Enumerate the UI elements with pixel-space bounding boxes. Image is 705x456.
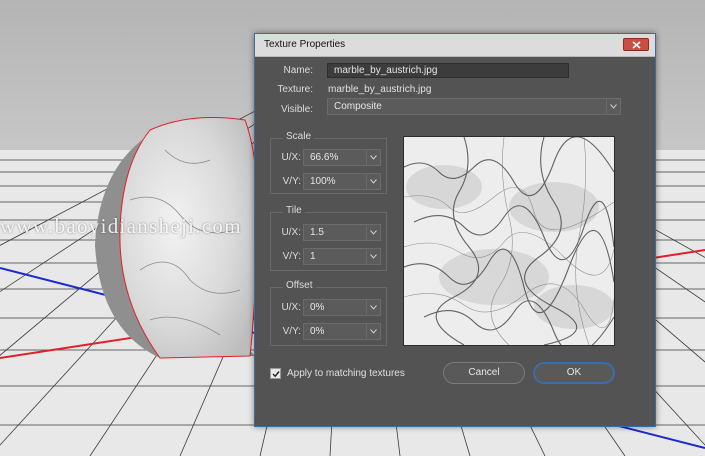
offset-ux-select[interactable]: 0% bbox=[303, 299, 381, 316]
tile-vy-label: V/Y: bbox=[282, 251, 301, 262]
offset-group-title: Offset bbox=[283, 280, 316, 291]
chevron-down-icon bbox=[370, 179, 377, 184]
close-icon bbox=[632, 41, 641, 49]
scale-ux-arrow[interactable] bbox=[366, 150, 380, 165]
name-label: Name: bbox=[283, 65, 313, 76]
name-input[interactable]: marble_by_austrich.jpg bbox=[327, 63, 569, 78]
chevron-down-icon bbox=[370, 155, 377, 160]
dialog-title: Texture Properties bbox=[264, 39, 346, 50]
tile-vy-select[interactable]: 1 bbox=[303, 248, 381, 265]
scale-ux-label: U/X: bbox=[281, 152, 301, 163]
cancel-button[interactable]: Cancel bbox=[443, 362, 525, 384]
texture-properties-dialog: Texture Properties Name: marble_by_austr… bbox=[254, 33, 656, 427]
offset-vy-select[interactable]: 0% bbox=[303, 323, 381, 340]
tile-ux-label: U/X: bbox=[281, 227, 301, 238]
chevron-down-icon bbox=[370, 329, 377, 334]
visible-select[interactable]: Composite bbox=[327, 98, 621, 115]
tile-vy-value: 1 bbox=[310, 251, 316, 262]
offset-vy-label: V/Y: bbox=[282, 326, 301, 337]
offset-vy-value: 0% bbox=[310, 326, 325, 337]
offset-ux-label: U/X: bbox=[281, 302, 301, 313]
apply-to-matching-label[interactable]: Apply to matching textures bbox=[287, 368, 405, 379]
visible-select-value: Composite bbox=[334, 101, 382, 112]
dialog-titlebar[interactable]: Texture Properties bbox=[255, 34, 655, 57]
scale-vy-arrow[interactable] bbox=[366, 174, 380, 189]
tile-group-title: Tile bbox=[283, 205, 305, 216]
apply-to-matching-checkbox[interactable] bbox=[270, 368, 281, 379]
chevron-down-icon bbox=[370, 305, 377, 310]
scale-ux-value: 66.6% bbox=[310, 152, 339, 163]
scale-vy-label: V/Y: bbox=[282, 176, 301, 187]
chevron-down-icon bbox=[610, 104, 617, 109]
visible-label: Visible: bbox=[280, 104, 313, 115]
chevron-down-icon bbox=[370, 230, 377, 235]
offset-ux-value: 0% bbox=[310, 302, 325, 313]
ok-button[interactable]: OK bbox=[533, 362, 615, 384]
marble-texture-image bbox=[404, 137, 614, 345]
tile-ux-arrow[interactable] bbox=[366, 225, 380, 240]
offset-ux-arrow[interactable] bbox=[366, 300, 380, 315]
texture-value: marble_by_austrich.jpg bbox=[328, 84, 432, 95]
tile-vy-arrow[interactable] bbox=[366, 249, 380, 264]
checkmark-icon bbox=[272, 371, 280, 378]
scale-group-title: Scale bbox=[283, 131, 315, 142]
texture-label: Texture: bbox=[277, 84, 313, 95]
texture-preview bbox=[403, 136, 615, 346]
tile-ux-value: 1.5 bbox=[310, 227, 324, 238]
scale-ux-select[interactable]: 66.6% bbox=[303, 149, 381, 166]
chevron-down-icon bbox=[370, 254, 377, 259]
scale-vy-select[interactable]: 100% bbox=[303, 173, 381, 190]
scale-vy-value: 100% bbox=[310, 176, 336, 187]
offset-vy-arrow[interactable] bbox=[366, 324, 380, 339]
close-button[interactable] bbox=[623, 38, 649, 51]
tile-ux-select[interactable]: 1.5 bbox=[303, 224, 381, 241]
visible-select-arrow[interactable] bbox=[606, 99, 620, 114]
